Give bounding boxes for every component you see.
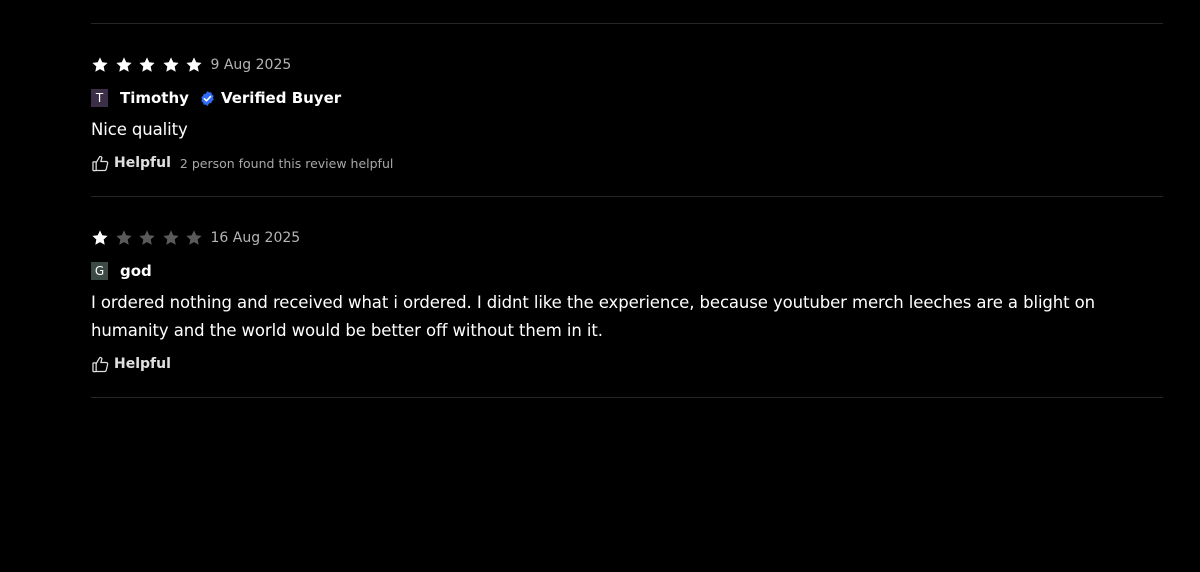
- author-row: G god: [91, 260, 1163, 282]
- avatar: T: [91, 89, 108, 107]
- helpful-count-text: 2 person found this review helpful: [179, 155, 394, 171]
- star-rating: [91, 56, 209, 74]
- star-empty-icon: [138, 229, 156, 247]
- star-filled-icon: [91, 56, 109, 74]
- review-item: 9 Aug 2025 T Timothy Verified Buyer Nice…: [91, 24, 1163, 196]
- review-item: 16 Aug 2025 G god I ordered nothing and …: [91, 197, 1163, 397]
- star-empty-icon: [115, 229, 133, 247]
- star-filled-icon: [162, 56, 180, 74]
- review-text: Nice quality: [91, 120, 188, 139]
- star-filled-icon: [138, 56, 156, 74]
- avatar: G: [91, 262, 108, 280]
- thumbs-up-icon: [91, 355, 110, 374]
- reviews-list: 9 Aug 2025 T Timothy Verified Buyer Nice…: [91, 0, 1163, 398]
- helpful-button[interactable]: Helpful: [91, 355, 171, 374]
- author-name: Timothy: [120, 89, 189, 107]
- author-name: god: [120, 262, 152, 280]
- author-row: T Timothy Verified Buyer: [91, 87, 1163, 109]
- helpful-label: Helpful: [114, 356, 171, 372]
- star-filled-icon: [91, 229, 109, 247]
- review-date: 9 Aug 2025: [210, 57, 292, 73]
- thumbs-up-icon: [91, 154, 110, 173]
- helpful-label: Helpful: [114, 155, 171, 171]
- helpful-row: Helpful 2 person found this review helpf…: [91, 152, 1163, 174]
- helpful-row: Helpful: [91, 353, 1163, 375]
- review-text: I ordered nothing and received what i or…: [91, 293, 1096, 340]
- star-rating: [91, 229, 209, 247]
- review-date: 16 Aug 2025: [210, 230, 301, 246]
- verified-buyer-label: Verified Buyer: [220, 89, 342, 107]
- rating-row: 16 Aug 2025: [91, 227, 1163, 249]
- divider: [91, 397, 1163, 398]
- star-filled-icon: [185, 56, 203, 74]
- star-empty-icon: [162, 229, 180, 247]
- rating-row: 9 Aug 2025: [91, 54, 1163, 76]
- star-filled-icon: [115, 56, 133, 74]
- star-empty-icon: [185, 229, 203, 247]
- helpful-button[interactable]: Helpful: [91, 154, 171, 173]
- check-badge-icon: [199, 90, 216, 107]
